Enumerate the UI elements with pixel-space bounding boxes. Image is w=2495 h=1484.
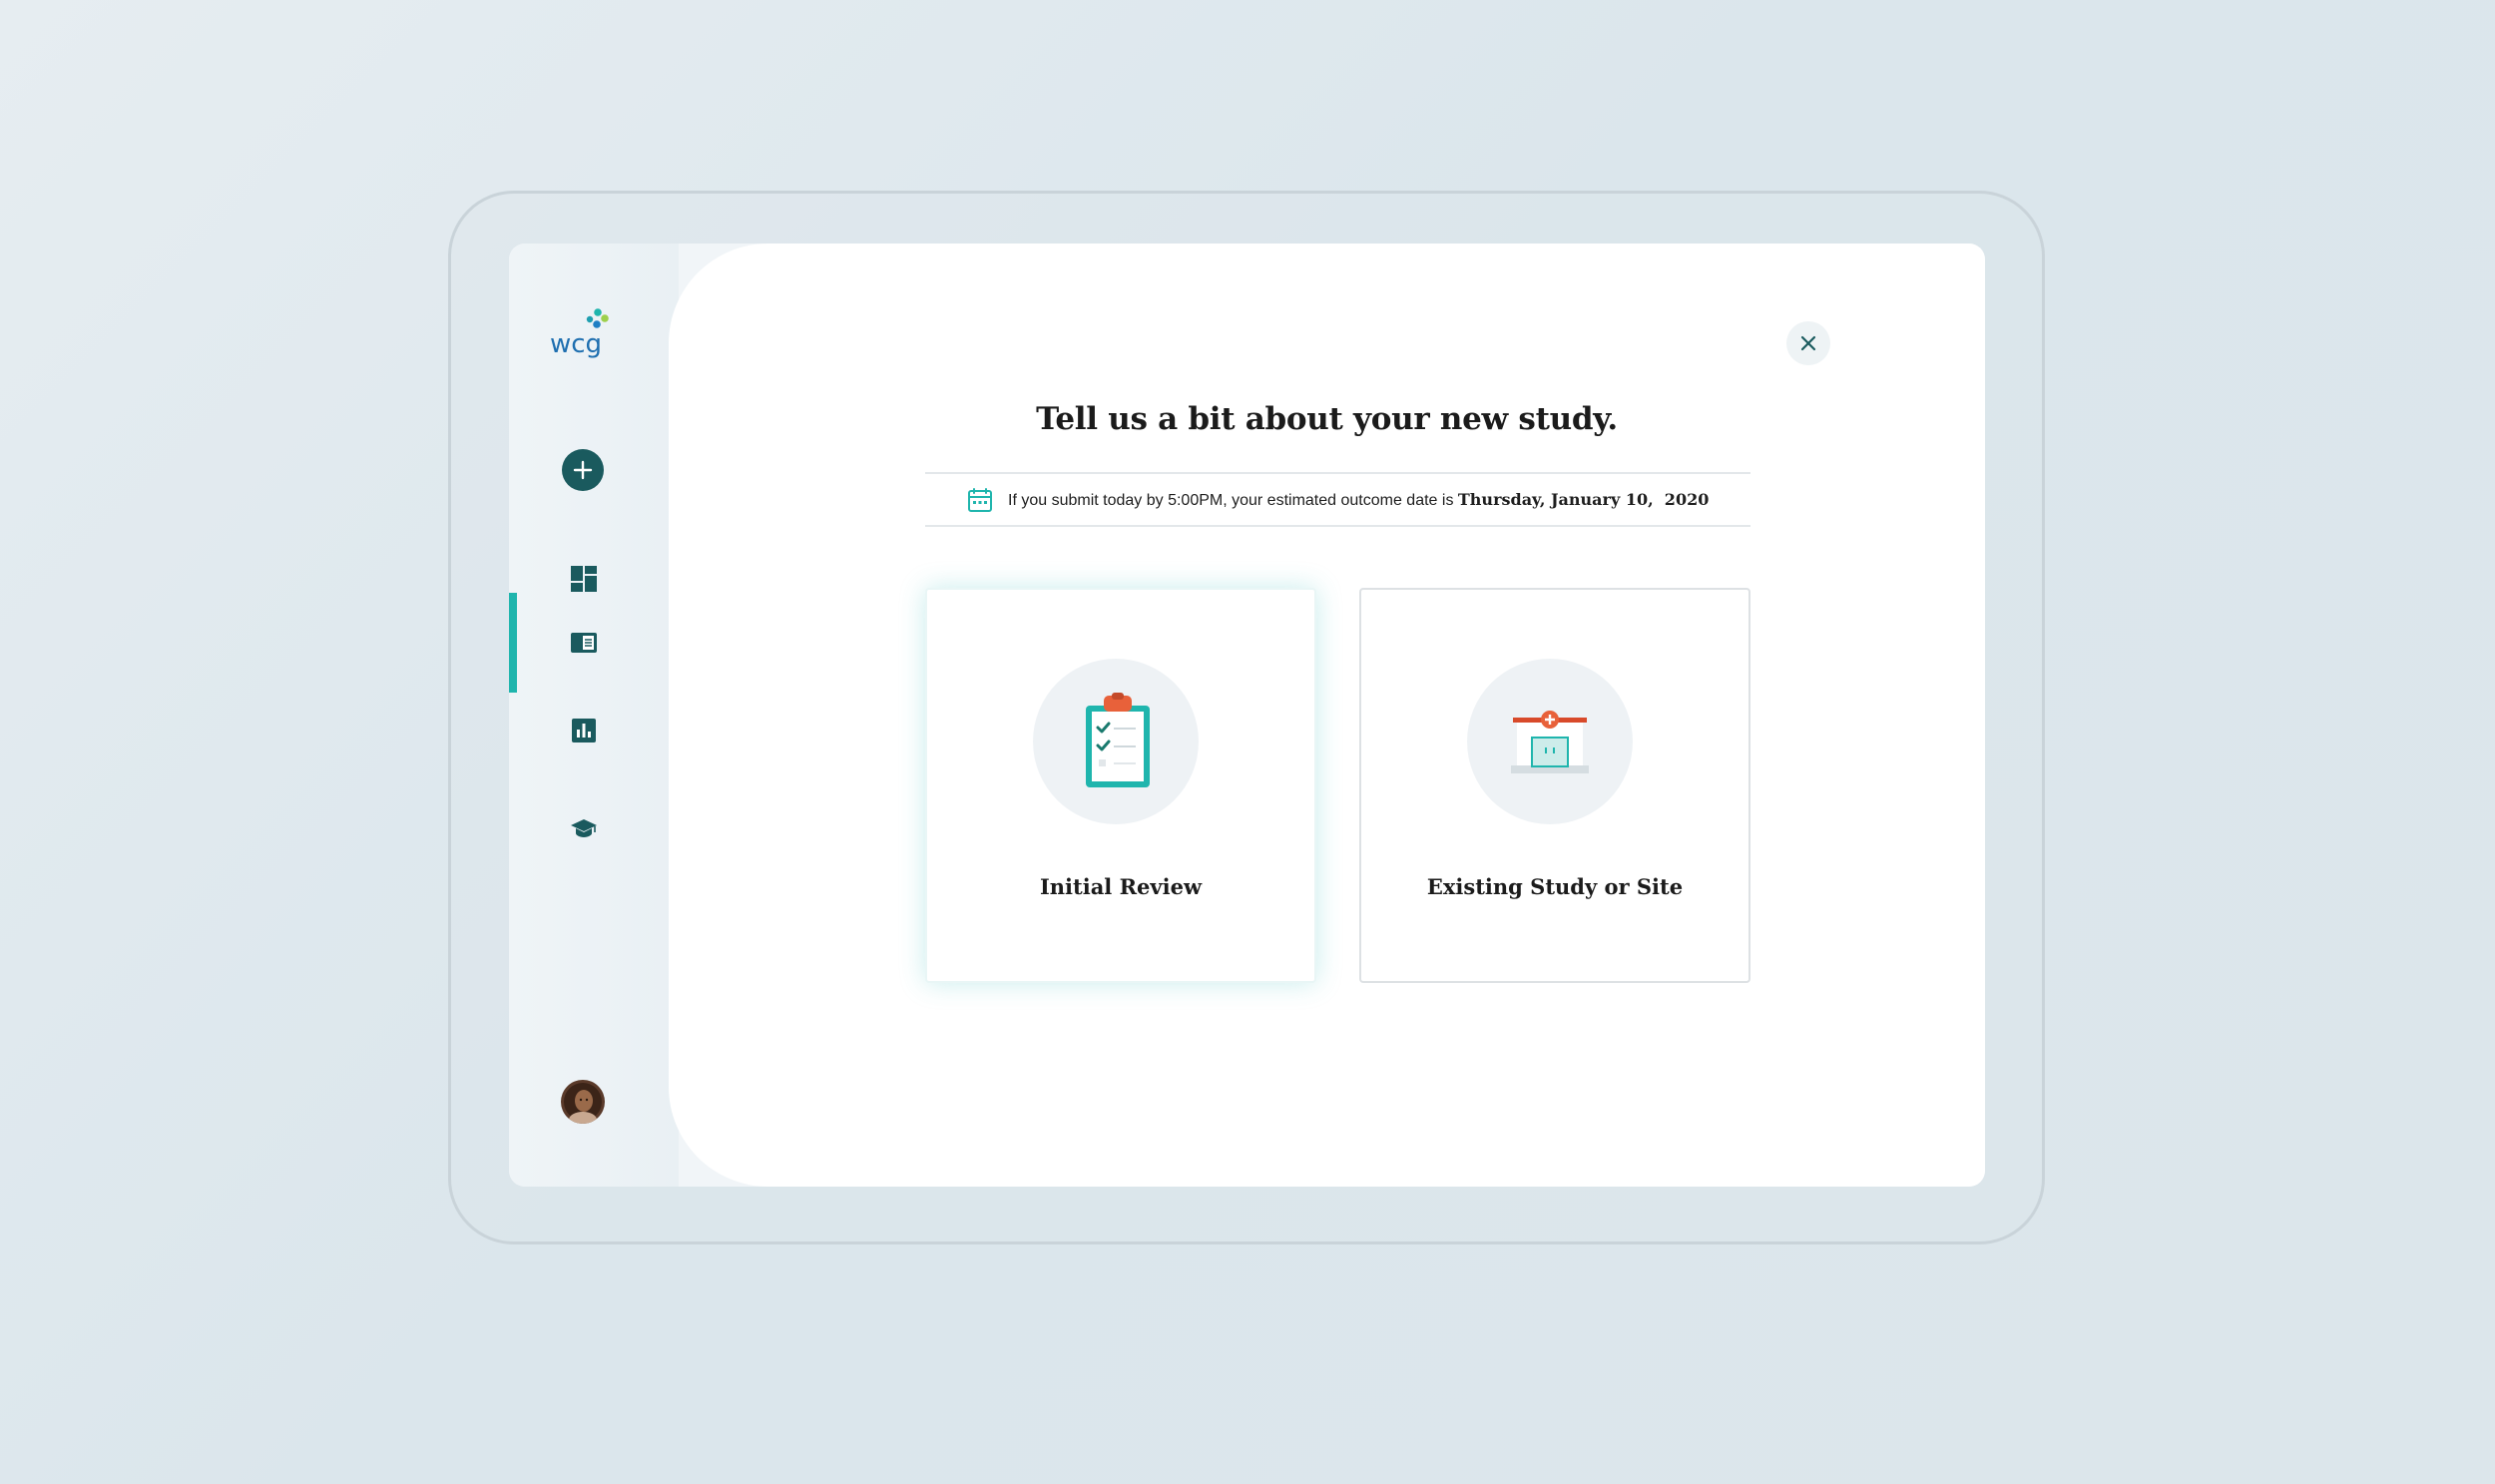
new-study-modal: Tell us a bit about your new study. If y… xyxy=(669,244,1985,1187)
outcome-date-value: Thursday, January 10, 2020 xyxy=(1457,489,1710,509)
outcome-date-text: If you submit today by 5:00PM, your esti… xyxy=(1008,490,1709,510)
card-label: Existing Study or Site xyxy=(1426,874,1684,899)
studies-icon xyxy=(571,633,597,653)
icon-circle xyxy=(1033,659,1199,824)
sidebar: wcg xyxy=(509,244,679,1187)
hospital-building-icon xyxy=(1511,711,1589,773)
add-study-button[interactable] xyxy=(562,449,604,491)
clipboard-checklist-icon xyxy=(1086,693,1150,787)
card-label: Initial Review xyxy=(1039,874,1203,899)
user-avatar[interactable] xyxy=(561,1080,605,1124)
bar-chart-icon xyxy=(572,719,596,742)
sidebar-item-dashboard[interactable] xyxy=(509,549,659,609)
outcome-date-info: If you submit today by 5:00PM, your esti… xyxy=(925,472,1750,527)
existing-study-card[interactable]: Existing Study or Site xyxy=(1359,588,1750,983)
graduation-cap-icon xyxy=(571,819,597,837)
sidebar-item-reports[interactable] xyxy=(509,701,659,760)
calendar-icon xyxy=(967,487,993,513)
close-icon xyxy=(1800,335,1816,351)
plus-icon xyxy=(573,460,593,480)
sidebar-item-learning[interactable] xyxy=(509,798,659,858)
initial-review-card[interactable]: Initial Review xyxy=(925,588,1316,983)
wcg-logo[interactable]: wcg xyxy=(549,305,615,361)
modal-title: Tell us a bit about your new study. xyxy=(1036,401,1618,437)
sidebar-item-studies[interactable] xyxy=(509,613,659,673)
logo-text: wcg xyxy=(550,329,602,359)
outcome-date-prefix: If you submit today by 5:00PM, your esti… xyxy=(1008,491,1458,509)
dashboard-icon xyxy=(571,566,597,592)
app-screen: wcg Tell us a bit about your new study. … xyxy=(509,244,1985,1187)
close-button[interactable] xyxy=(1786,321,1830,365)
icon-circle xyxy=(1467,659,1633,824)
